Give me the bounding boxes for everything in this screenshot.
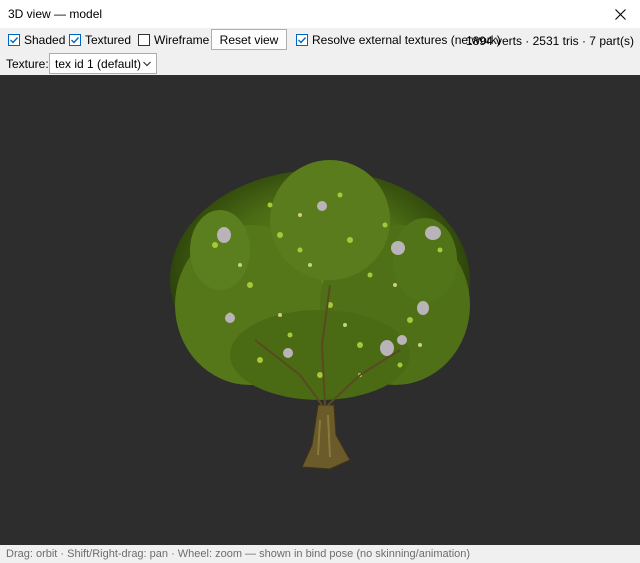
shaded-checkbox[interactable]: Shaded [8,33,65,47]
wireframe-checkbox[interactable]: Wireframe [138,33,209,47]
shaded-label: Shaded [24,33,66,47]
textured-label: Textured [85,33,132,47]
3d-viewport[interactable] [0,75,640,545]
status-bar: Drag: orbit · Shift/Right-drag: pan · Wh… [0,545,640,563]
reset-view-button[interactable]: Reset view [211,29,287,50]
window-title: 3D view — model [8,7,103,21]
mesh-stats: 1894 verts · 2531 tris · 7 part(s) [465,34,634,48]
texture-label: Texture: [6,57,49,71]
status-hint: Drag: orbit · Shift/Right-drag: pan · Wh… [6,548,471,560]
textured-checkbox[interactable]: Textured [69,33,131,47]
tree-model [170,160,470,470]
viewer-window: 3D view — model Shaded Textured Wirefram… [0,0,640,563]
checkmark-icon [8,34,20,46]
checkmark-icon [69,34,81,46]
texture-bar: Texture: tex id 1 (default) [0,52,640,75]
wireframe-label: Wireframe [154,33,210,47]
close-icon [614,8,626,20]
checkbox-box [138,34,150,46]
close-button[interactable] [600,0,640,28]
checkmark-icon [296,34,308,46]
texture-selected-value: tex id 1 (default) [55,57,142,71]
toolbar: Shaded Textured Wireframe Reset view Res… [0,28,640,52]
title-bar: 3D view — model [0,0,640,28]
texture-select[interactable]: tex id 1 (default) [49,53,157,74]
chevron-down-icon [143,61,151,67]
